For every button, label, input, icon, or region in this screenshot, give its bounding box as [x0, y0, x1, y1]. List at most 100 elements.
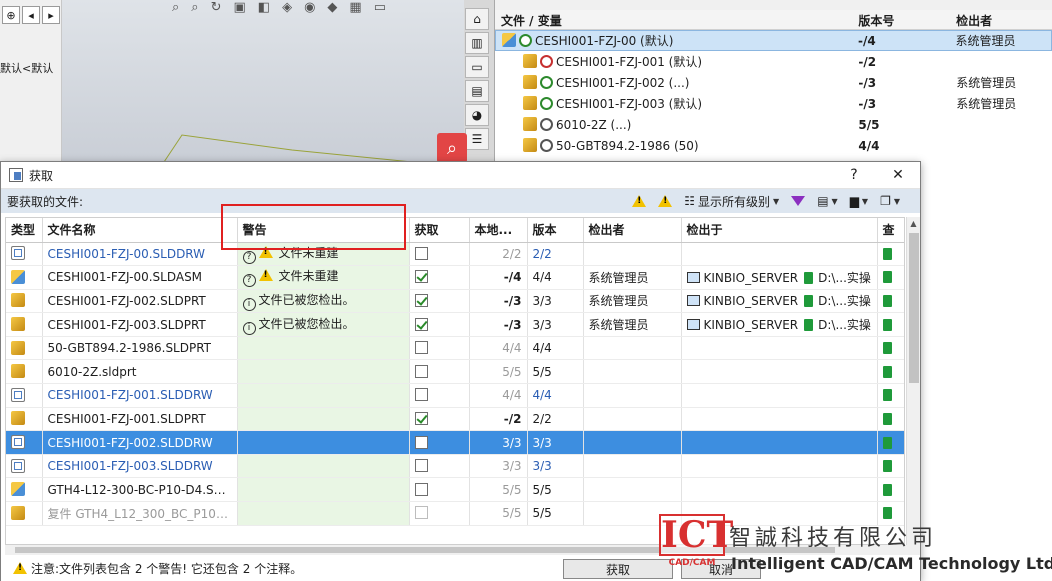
help-button[interactable]: ? [832, 167, 876, 183]
vault-icon[interactable] [882, 507, 892, 520]
pdm-toolbar [495, 0, 1052, 10]
tree-row[interactable]: CESHI001-FZJ-002 (...) -/3 系统管理员 [495, 72, 1052, 93]
tree-row[interactable]: CESHI001-FZJ-003 (默认) -/3 系统管理员 [495, 93, 1052, 114]
table-row[interactable]: CESHI001-FZJ-001.SLDPRT -/2 2/2 [6, 407, 904, 432]
tree-cell-checkout: 系统管理员 [956, 97, 1017, 111]
vault-icon[interactable] [882, 365, 892, 378]
scroll-up-icon[interactable]: ▲ [907, 217, 920, 231]
horizontal-scrollbar[interactable] [5, 545, 920, 555]
vertical-scrollbar[interactable]: ▲ [906, 217, 920, 545]
cell-view [877, 407, 904, 432]
table-row[interactable]: 6010-2Z.sldprt 5/5 5/5 [6, 359, 904, 385]
tree-row[interactable]: 50-GBT894.2-1986 (50) 4/4 [495, 135, 1052, 156]
get-checkbox[interactable] [414, 506, 428, 520]
export-button[interactable]: ▤ ▼ [811, 194, 844, 208]
palette-view-icon[interactable]: ▤ [465, 80, 489, 102]
cell-version: 3/3 [527, 289, 584, 314]
get-checkbox[interactable] [414, 388, 428, 402]
vault-icon[interactable] [882, 389, 892, 402]
tree-row[interactable]: CESHI001-FZJ-001 (默认) -/2 [495, 51, 1052, 72]
tree-row[interactable]: CESHI001-FZJ-00 (默认) -/4 系统管理员 [495, 30, 1052, 51]
table-row[interactable]: CESHI001-FZJ-00.SLDDRW? 文件未重建 2/22/2 [6, 242, 904, 267]
table-row[interactable]: CESHI001-FZJ-00.SLDASM?文件未重建-/44/4系统管理员K… [6, 265, 904, 290]
get-button[interactable]: 获取 [563, 559, 673, 579]
column-header[interactable]: 版本 [527, 218, 584, 243]
col-file[interactable]: 文件 / 变量 [495, 10, 852, 29]
column-header[interactable]: 类型 [6, 218, 43, 243]
get-checkbox[interactable] [414, 341, 428, 355]
right-arrow-button[interactable]: ▸ [42, 6, 60, 24]
vault-icon[interactable] [882, 271, 892, 284]
get-checkbox[interactable] [414, 317, 428, 331]
get-checkbox[interactable] [414, 270, 428, 284]
table-row[interactable]: CESHI001-FZJ-002.SLDPRT i 文件已被您检出。 -/3 3/3 系统… [6, 289, 904, 314]
info-icon: i [242, 321, 256, 335]
vault-icon[interactable] [882, 294, 892, 307]
table-row[interactable]: CESHI001-FZJ-002.SLDDRW 3/3 3/3 [6, 430, 904, 455]
filter-button[interactable] [785, 196, 811, 206]
save-button[interactable]: ▆ ▼ [844, 194, 874, 208]
column-header[interactable]: 本地... [469, 218, 528, 243]
tree-row[interactable]: 6010-2Z (...) 5/5 [495, 114, 1052, 135]
search-icon[interactable]: ⌕ [437, 133, 467, 163]
column-header[interactable]: 文件名称 [42, 218, 238, 243]
crosshair-icon[interactable]: ⊕ [2, 6, 20, 24]
cell-checked-out-by [583, 407, 682, 432]
column-header[interactable]: 获取 [409, 218, 470, 243]
tree-cell-version: -/3 [858, 96, 877, 111]
get-checkbox[interactable] [414, 459, 428, 473]
folder-icon[interactable]: ▭ [465, 56, 489, 78]
warning-filter-button[interactable] [626, 195, 652, 207]
vault-icon[interactable] [882, 247, 892, 260]
vault-icon[interactable] [882, 342, 892, 355]
scroll-thumb[interactable] [909, 233, 919, 383]
grid-header: 类型 文件名称 警告 获取 本地... 版本 检出者 检出于查 [6, 218, 904, 243]
column-header[interactable]: 检出者 [583, 218, 682, 243]
column-header[interactable]: 查 [877, 218, 904, 243]
get-checkbox[interactable] [414, 411, 428, 425]
file-grid[interactable]: 类型 文件名称 警告 获取 本地... 版本 检出者 检出于查 CESHI001-FZJ-00… [5, 217, 905, 545]
cell-view [877, 312, 904, 337]
cell-view [877, 501, 904, 526]
get-checkbox[interactable] [414, 364, 428, 378]
column-header[interactable]: 警告 [237, 218, 410, 243]
state-icon [540, 118, 553, 131]
copy-button[interactable]: ❐ ▼ [874, 194, 906, 208]
show-levels-button[interactable]: ☷ 显示所有级别 ▼ [678, 193, 785, 210]
hscroll-thumb[interactable] [15, 547, 835, 553]
cell-warning [237, 501, 410, 526]
vault-icon[interactable] [882, 412, 892, 425]
vault-icon[interactable] [882, 460, 892, 473]
appearance-tab-icon[interactable]: ◕ [465, 104, 489, 126]
col-version[interactable]: 版本号 [852, 10, 950, 29]
cancel-button[interactable]: 取消 [681, 559, 761, 579]
home-icon[interactable]: ⌂ [465, 8, 489, 30]
table-row[interactable]: CESHI001-FZJ-003.SLDPRT i 文件已被您检出。 -/3 3/3 系统… [6, 312, 904, 337]
graphics-area[interactable]: ⌕ ⌕ ↻ ▣ ◧ ◈ ◉ ◆ ▦ ▭ [62, 0, 464, 165]
part-icon [11, 411, 25, 426]
table-row[interactable]: 复件 GTH4_L12_300_BC_P10_D4_... 5/5 5/5 [6, 501, 904, 526]
vault-icon[interactable] [882, 318, 892, 331]
cell-view [877, 430, 904, 455]
close-button[interactable]: ✕ [876, 167, 920, 183]
cell-checked-out-at [681, 242, 878, 267]
table-row[interactable]: CESHI001-FZJ-003.SLDDRW 3/3 3/3 [6, 454, 904, 479]
warning-next-button[interactable] [652, 195, 678, 207]
table-row[interactable]: CESHI001-FZJ-001.SLDDRW 4/4 4/4 [6, 383, 904, 408]
column-header[interactable]: 检出于 [681, 218, 878, 243]
table-row[interactable]: 50-GBT894.2-1986.SLDPRT 4/4 4/4 [6, 336, 904, 361]
vault-icon [804, 319, 814, 332]
vault-icon[interactable] [882, 436, 892, 449]
cell-checked-out-at: KINBIO_SERVER D:\...实操 [681, 289, 878, 314]
table-row[interactable]: GTH4-L12-300-BC-P10-D4.SLDAS... 5/5 5/5 [6, 477, 904, 503]
get-checkbox[interactable] [414, 482, 428, 496]
vault-icon[interactable] [882, 483, 892, 496]
cell-version: 4/4 [527, 265, 584, 290]
get-checkbox[interactable] [414, 246, 428, 260]
properties-icon[interactable]: ☰ [465, 128, 489, 150]
col-checkout[interactable]: 检出者 [950, 10, 1052, 29]
get-checkbox[interactable] [414, 293, 428, 307]
get-checkbox[interactable] [414, 435, 428, 449]
library-icon[interactable]: ▥ [465, 32, 489, 54]
left-arrow-button[interactable]: ◂ [22, 6, 40, 24]
